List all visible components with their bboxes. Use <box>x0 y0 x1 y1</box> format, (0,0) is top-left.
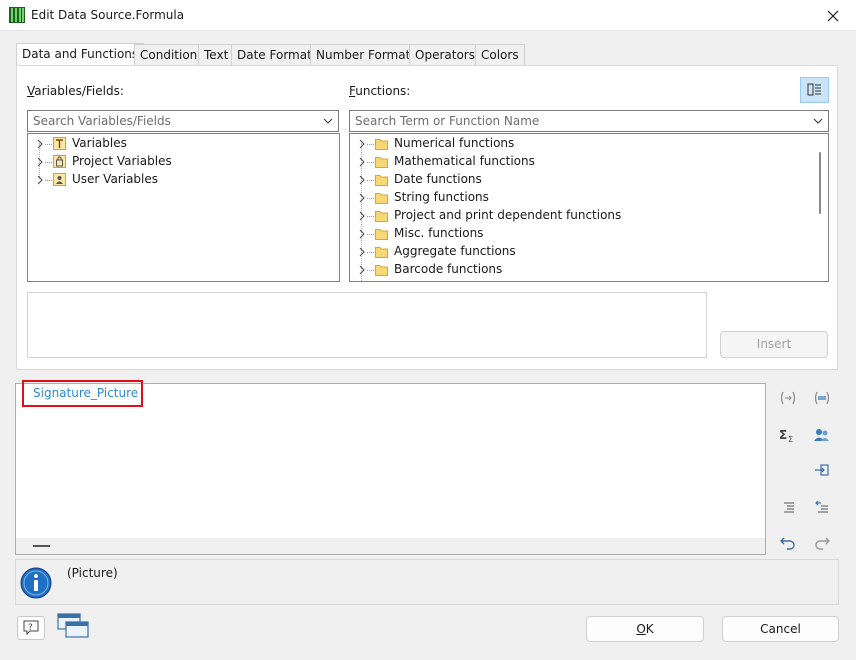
functions-scrollbar[interactable] <box>812 134 828 281</box>
insert-line-button[interactable] <box>810 458 834 482</box>
chevron-right-icon <box>37 139 43 149</box>
outdent-button[interactable] <box>810 495 834 519</box>
folder-icon <box>375 193 388 204</box>
help-icon: ? <box>23 620 39 636</box>
close-icon <box>827 10 839 21</box>
tab-text[interactable]: Text <box>198 44 235 66</box>
text-variable-icon <box>53 137 66 150</box>
svg-text:?: ? <box>28 623 33 633</box>
folder-icon <box>375 175 388 186</box>
svg-text:Σ: Σ <box>788 435 793 443</box>
insert-line-icon <box>815 464 829 476</box>
insert-button[interactable]: Insert <box>720 331 828 358</box>
tab-condition[interactable]: Condition <box>134 44 204 66</box>
chevron-right-icon <box>359 229 365 239</box>
tree-item-project-variables[interactable]: Project Variables <box>28 153 339 171</box>
cancel-button[interactable]: Cancel <box>722 616 839 642</box>
ok-button[interactable]: OK <box>586 616 704 642</box>
chevron-right-icon <box>359 247 365 257</box>
project-variable-icon <box>53 155 66 168</box>
aggregate-button[interactable]: Σ Σ <box>776 423 800 447</box>
info-panel: (Picture) <box>15 559 839 605</box>
list-layout-icon <box>807 83 821 96</box>
indent-icon <box>784 502 794 513</box>
folder-icon <box>375 229 388 240</box>
info-text: (Picture) <box>67 566 118 580</box>
users-icon <box>814 429 829 441</box>
chevron-right-icon <box>359 139 365 149</box>
chevron-down-icon <box>813 118 823 124</box>
formula-editor[interactable]: Signature_Picture <box>15 383 766 555</box>
tree-item-date-functions[interactable]: Date functions <box>350 171 828 189</box>
user-variable-icon <box>53 173 66 186</box>
title-bar: Edit Data Source.Formula <box>0 0 856 31</box>
data-functions-panel: Variables/Fields: Functions: Search Vari… <box>16 65 838 370</box>
tree-item-string-functions[interactable]: String functions <box>350 189 828 207</box>
folder-icon <box>375 157 388 168</box>
info-icon <box>20 567 52 599</box>
tree-item-barcode-functions[interactable]: Barcode functions <box>350 261 828 279</box>
user-variables-button[interactable] <box>810 423 834 447</box>
folder-icon <box>375 139 388 150</box>
tree-item-user-variables[interactable]: User Variables <box>28 171 339 189</box>
function-description-box <box>27 292 707 358</box>
chevron-down-icon <box>323 118 333 124</box>
chevron-right-icon <box>359 175 365 185</box>
chevron-right-icon <box>359 157 365 167</box>
tree-item-project-print-functions[interactable]: Project and print dependent functions <box>350 207 828 225</box>
windows-icon <box>57 613 89 638</box>
wrap-brackets-icon <box>780 391 796 405</box>
functions-search-input[interactable]: Search Term or Function Name <box>349 110 829 132</box>
outdent-icon <box>815 500 828 513</box>
field-list-icon <box>814 391 830 405</box>
scrollbar-thumb[interactable] <box>33 545 50 547</box>
layout-toggle-button[interactable] <box>800 77 829 103</box>
tab-operators[interactable]: Operators <box>409 44 481 66</box>
svg-text:Σ: Σ <box>779 428 787 442</box>
editor-scrollbar[interactable] <box>16 538 765 554</box>
redo-icon <box>815 537 830 550</box>
variables-tree[interactable]: Variables Project Variables User Variabl… <box>27 133 340 282</box>
chevron-right-icon <box>359 211 365 221</box>
tab-data-and-functions[interactable]: Data and Functions <box>16 43 145 66</box>
selection-highlight <box>22 380 143 407</box>
chevron-right-icon <box>359 265 365 275</box>
chevron-right-icon <box>37 157 43 167</box>
tab-date-format[interactable]: Date Format <box>231 44 318 66</box>
windows-button[interactable] <box>56 612 90 640</box>
undo-button[interactable] <box>776 530 800 554</box>
tree-item-variables[interactable]: Variables <box>28 135 339 153</box>
tree-item-misc-functions[interactable]: Misc. functions <box>350 225 828 243</box>
scrollbar-thumb[interactable] <box>819 152 821 214</box>
variables-label: Variables/Fields: <box>27 84 124 98</box>
chevron-right-icon <box>359 193 365 203</box>
undo-icon <box>780 537 795 550</box>
redo-button[interactable] <box>810 530 834 554</box>
close-button[interactable] <box>810 0 856 31</box>
folder-icon <box>375 247 388 258</box>
tree-item-aggregate-functions[interactable]: Aggregate functions <box>350 243 828 261</box>
window-title: Edit Data Source.Formula <box>31 8 185 22</box>
sigma-icon: Σ Σ <box>779 428 793 443</box>
app-icon <box>9 7 25 23</box>
wrap-toggle-button[interactable] <box>776 386 800 410</box>
indent-button[interactable] <box>776 495 800 519</box>
help-button[interactable]: ? <box>17 616 45 640</box>
functions-tree[interactable]: Numerical functions Mathematical functio… <box>349 133 829 282</box>
tree-item-numerical-functions[interactable]: Numerical functions <box>350 135 828 153</box>
tree-item-mathematical-functions[interactable]: Mathematical functions <box>350 153 828 171</box>
tab-colors[interactable]: Colors <box>475 44 525 66</box>
tab-number-format[interactable]: Number Format <box>310 44 417 66</box>
chevron-right-icon <box>37 175 43 185</box>
variables-search-input[interactable]: Search Variables/Fields <box>27 110 339 132</box>
folder-icon <box>375 265 388 276</box>
field-list-button[interactable] <box>810 386 834 410</box>
functions-label: Functions: <box>349 84 411 98</box>
folder-icon <box>375 211 388 222</box>
